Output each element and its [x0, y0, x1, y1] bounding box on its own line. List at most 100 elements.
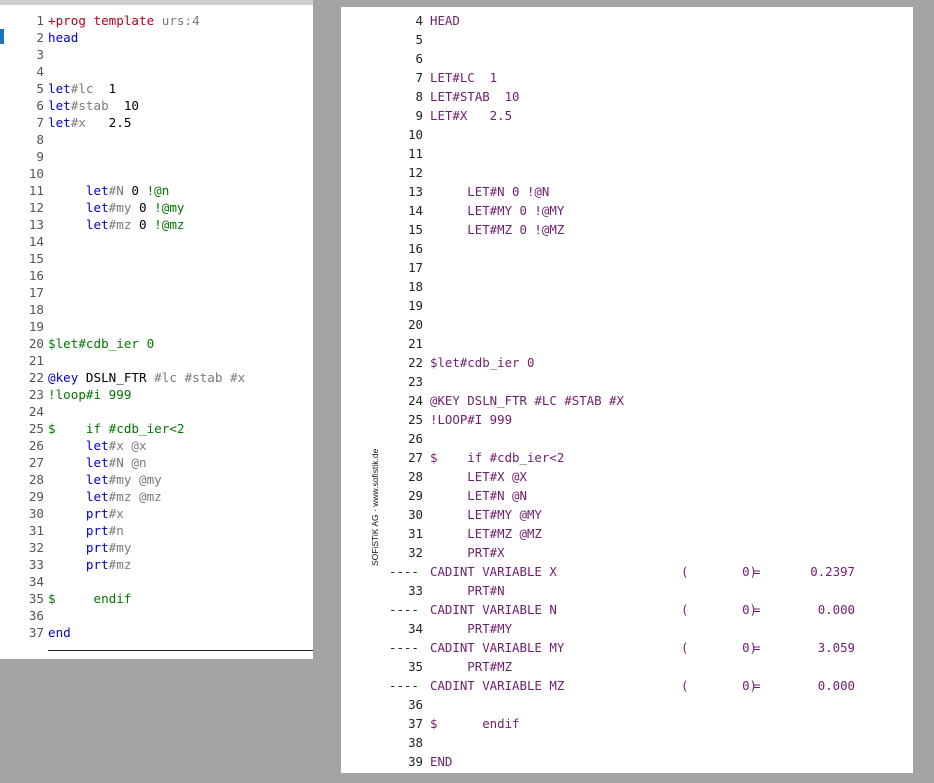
editor-line[interactable]: 21 — [0, 352, 44, 369]
editor-line[interactable]: 32 prt#my — [0, 539, 132, 556]
editor-line[interactable]: 31 prt#n — [0, 522, 124, 539]
editor-line[interactable]: 11 let#N 0 !@n — [0, 182, 170, 199]
output-text: CADINT VARIABLE MY — [430, 640, 565, 655]
editor-line[interactable]: 25 $ if #cdb_ier<2 — [0, 420, 185, 437]
output-text: LET#N @N — [430, 488, 527, 503]
code-token: 0 — [131, 217, 155, 232]
editor-line[interactable]: 30 prt#x — [0, 505, 124, 522]
code-text: $ if #cdb_ier<2 — [48, 420, 184, 437]
line-number: 36 — [28, 608, 44, 623]
code-token: let — [85, 217, 109, 232]
code-token: #n — [108, 523, 124, 538]
code-token: #x — [108, 506, 124, 521]
editor-line[interactable]: 1 +prog template urs:4 — [0, 12, 199, 29]
code-token: let — [85, 472, 109, 487]
output-dash: ---- — [389, 564, 419, 579]
editor-line[interactable]: 24 — [0, 403, 44, 420]
editor-line[interactable]: 28 let#my @my — [0, 471, 162, 488]
output-equals: = — [753, 602, 761, 617]
line-number: 2 — [36, 30, 44, 45]
output-value: 3.059 — [817, 640, 855, 655]
editor-line[interactable]: 7 let#x 2.5 — [0, 114, 131, 131]
code-text: let#x 2.5 — [48, 114, 131, 131]
editor-line[interactable]: 3 — [0, 46, 44, 63]
output-equals: = — [753, 640, 761, 655]
editor-line[interactable]: 4 — [0, 63, 44, 80]
output-text: !LOOP#I 999 — [430, 412, 513, 427]
code-token: #stab — [70, 98, 109, 113]
line-number: 7 — [36, 115, 44, 130]
code-text: prt#x — [48, 505, 124, 522]
line-number: 29 — [28, 489, 44, 504]
editor-line[interactable]: 8 — [0, 131, 44, 148]
line-number: 23 — [28, 387, 44, 402]
output-line-number: 22 — [408, 355, 423, 370]
output-value: 0.000 — [817, 678, 855, 693]
editor-line[interactable]: 26 let#x @x — [0, 437, 147, 454]
output-line-number: 39 — [408, 754, 423, 769]
source-editor[interactable]: 1 +prog template urs:4 2 head 3 4 5 let#lc 1 6 le… — [0, 0, 313, 659]
editor-line[interactable]: 35 $ endif — [0, 590, 132, 607]
code-token: #mz — [108, 217, 132, 232]
editor-line[interactable]: 14 — [0, 233, 44, 250]
output-dash: ---- — [389, 640, 419, 655]
code-token: let — [85, 438, 109, 453]
line-number: 28 — [28, 472, 44, 487]
code-text: !loop#i 999 — [48, 386, 131, 403]
output-text: LET#MY @MY — [430, 507, 542, 522]
code-token: #N @n — [108, 455, 147, 470]
editor-line[interactable]: 12 let#my 0 !@my — [0, 199, 185, 216]
code-token: #my — [108, 200, 132, 215]
code-text: let#my 0 !@my — [48, 199, 185, 216]
editor-line[interactable]: 34 — [0, 573, 44, 590]
editor-line[interactable]: 27 let#N @n — [0, 454, 147, 471]
editor-line[interactable]: 16 — [0, 267, 44, 284]
code-token: prt — [85, 506, 109, 521]
code-token: head — [48, 30, 79, 45]
output-text: HEAD — [430, 13, 460, 28]
editor-line[interactable]: 15 — [0, 250, 44, 267]
code-text: @key DSLN_FTR #lc #stab #x — [48, 369, 245, 386]
code-text: let#my @my — [48, 471, 162, 488]
editor-line[interactable]: 33 prt#mz — [0, 556, 132, 573]
code-text: head — [48, 29, 78, 46]
editor-line[interactable]: 22 @key DSLN_FTR #lc #stab #x — [0, 369, 245, 386]
output-line-number: 24 — [408, 393, 423, 408]
output-line-number: 16 — [408, 241, 423, 256]
editor-line[interactable]: 13 let#mz 0 !@mz — [0, 216, 185, 233]
line-number: 3 — [36, 47, 44, 62]
output-line-number: 9 — [415, 108, 423, 123]
output-value: 0.2397 — [810, 564, 855, 579]
code-token: urs:4 — [161, 13, 200, 28]
output-line-number: 38 — [408, 735, 423, 750]
code-token: $ endif — [48, 591, 132, 606]
line-number: 9 — [36, 149, 44, 164]
editor-line[interactable]: 20 $let#cdb_ier 0 — [0, 335, 154, 352]
editor-line[interactable]: 19 — [0, 318, 44, 335]
editor-line[interactable]: 6 let#stab 10 — [0, 97, 139, 114]
code-text: let#x @x — [48, 437, 147, 454]
editor-line[interactable]: 5 let#lc 1 — [0, 80, 116, 97]
code-token: !@my — [154, 200, 185, 215]
line-number: 6 — [36, 98, 44, 113]
editor-line[interactable]: 23 !loop#i 999 — [0, 386, 132, 403]
editor-line[interactable]: 17 — [0, 284, 44, 301]
code-token: 1 — [93, 81, 117, 96]
line-number: 5 — [36, 81, 44, 96]
editor-line[interactable]: 37 end — [0, 624, 71, 641]
code-token: !loop#i 999 — [48, 387, 132, 402]
output-value: 0.000 — [817, 602, 855, 617]
line-number: 20 — [28, 336, 44, 351]
editor-line[interactable]: 36 — [0, 607, 44, 624]
editor-line[interactable]: 2 head — [0, 29, 78, 46]
editor-line[interactable]: 9 — [0, 148, 44, 165]
output-line-number: 8 — [415, 89, 423, 104]
code-token: !@mz — [154, 217, 185, 232]
editor-line[interactable]: 10 — [0, 165, 44, 182]
editor-line[interactable]: 29 let#mz @mz — [0, 488, 162, 505]
editor-line[interactable]: 18 — [0, 301, 44, 318]
